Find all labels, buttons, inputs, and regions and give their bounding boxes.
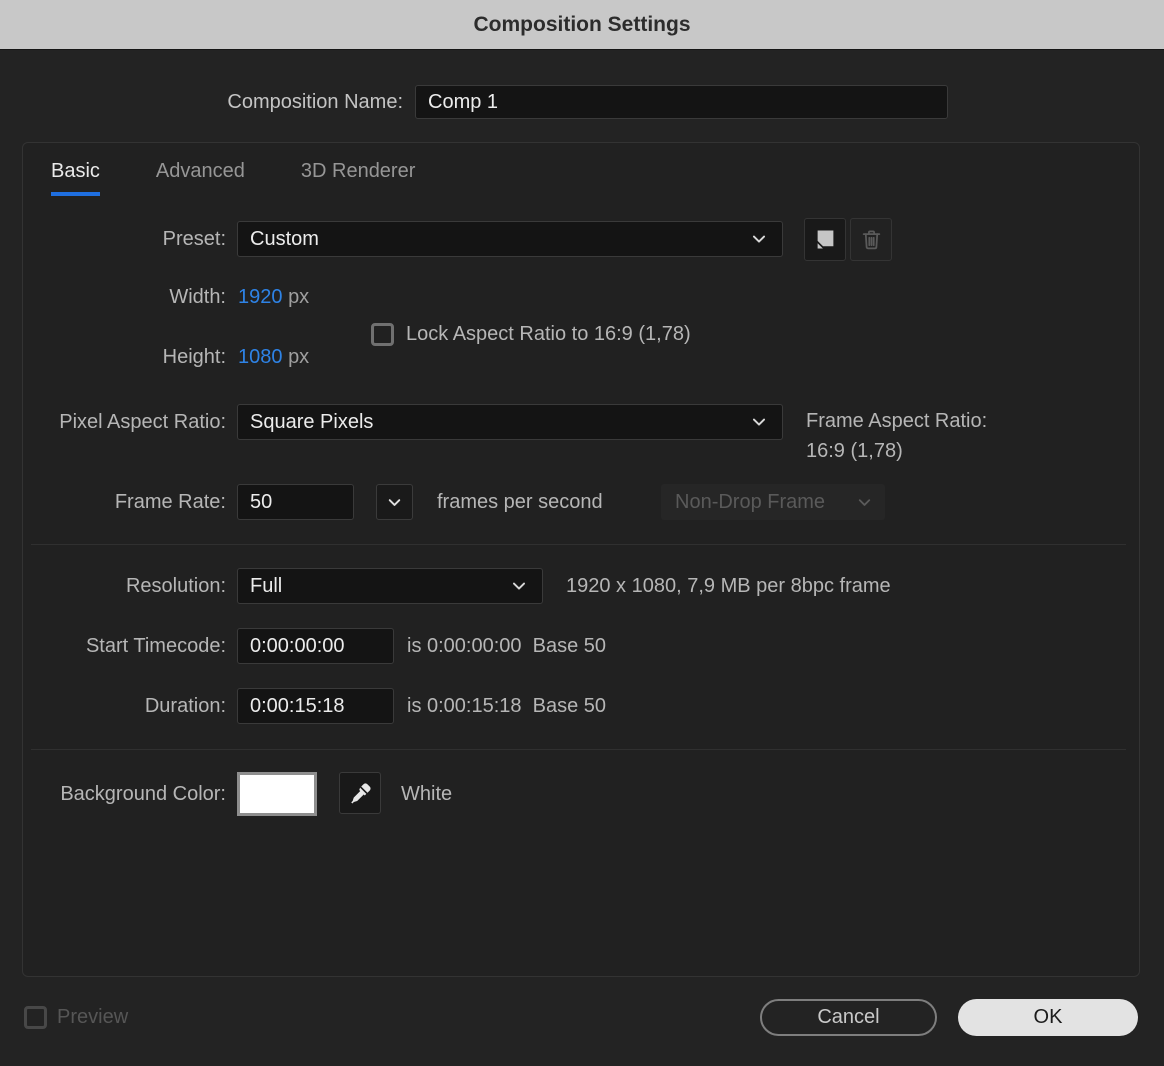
resolution-dropdown[interactable]: Full	[237, 568, 543, 604]
settings-panel: Basic Advanced 3D Renderer Preset: Custo…	[22, 142, 1140, 977]
tab-3d-renderer[interactable]: 3D Renderer	[301, 160, 416, 196]
dialog-titlebar: Composition Settings	[0, 0, 1164, 50]
eyedropper-button[interactable]	[339, 772, 381, 814]
background-color-name: White	[401, 783, 453, 805]
duration-label: Duration:	[144, 695, 226, 717]
preview-row: Preview	[24, 1006, 128, 1029]
preview-checkbox[interactable]	[24, 1006, 47, 1029]
resolution-value: Full	[250, 574, 283, 597]
width-label: Width:	[169, 286, 226, 308]
chevron-down-icon	[510, 577, 528, 595]
chevron-down-icon	[856, 494, 873, 511]
tab-advanced[interactable]: Advanced	[156, 160, 245, 196]
divider	[31, 749, 1126, 750]
preset-label: Preset:	[162, 228, 226, 250]
divider	[31, 544, 1126, 545]
preset-dropdown[interactable]: Custom	[237, 221, 783, 257]
resolution-label: Resolution:	[125, 575, 226, 597]
composition-name-input[interactable]	[415, 85, 948, 119]
frame-rate-input[interactable]	[237, 484, 354, 520]
lock-aspect-ratio-label: Lock Aspect Ratio to 16:9 (1,78)	[406, 323, 691, 345]
resolution-info: 1920 x 1080, 7,9 MB per 8bpc frame	[566, 575, 891, 597]
save-preset-button[interactable]	[804, 218, 846, 261]
frames-per-second-label: frames per second	[437, 491, 603, 513]
chevron-down-icon	[750, 230, 768, 248]
drop-frame-value: Non-Drop Frame	[675, 490, 826, 513]
ok-button[interactable]: OK	[958, 999, 1138, 1036]
start-timecode-info: is 0:00:00:00 Base 50	[407, 635, 607, 657]
frame-rate-dropdown-button[interactable]	[376, 484, 413, 520]
preset-value: Custom	[250, 227, 319, 250]
eyedropper-icon	[348, 781, 373, 806]
duration-info: is 0:00:15:18 Base 50	[407, 695, 607, 717]
frame-rate-label: Frame Rate:	[114, 491, 226, 513]
trash-icon	[859, 227, 884, 252]
frame-aspect-ratio-block: Frame Aspect Ratio: 16:9 (1,78)	[806, 406, 987, 466]
chevron-down-icon	[386, 494, 403, 511]
frame-aspect-ratio-value: 16:9 (1,78)	[806, 440, 903, 462]
lock-aspect-ratio-checkbox[interactable]	[371, 323, 394, 346]
width-value[interactable]: 1920	[238, 286, 283, 308]
dialog-title: Composition Settings	[473, 12, 691, 36]
height-value[interactable]: 1080	[238, 346, 283, 368]
tab-bar: Basic Advanced 3D Renderer	[51, 160, 415, 196]
tab-basic[interactable]: Basic	[51, 160, 100, 196]
start-timecode-label: Start Timecode:	[85, 635, 226, 657]
background-color-label: Background Color:	[60, 783, 226, 805]
duration-input[interactable]	[237, 688, 394, 724]
pixel-aspect-ratio-value: Square Pixels	[250, 410, 374, 433]
lock-aspect-ratio-row: Lock Aspect Ratio to 16:9 (1,78)	[371, 323, 691, 346]
cancel-button[interactable]: Cancel	[760, 999, 937, 1036]
start-timecode-input[interactable]	[237, 628, 394, 664]
drop-frame-dropdown: Non-Drop Frame	[661, 484, 885, 520]
save-preset-icon	[812, 226, 839, 253]
background-color-swatch[interactable]	[237, 772, 317, 816]
preview-label: Preview	[57, 1006, 129, 1028]
height-label: Height:	[162, 346, 226, 368]
height-unit: px	[288, 346, 310, 368]
frame-aspect-ratio-label: Frame Aspect Ratio:	[806, 410, 988, 432]
composition-name-label: Composition Name:	[227, 91, 403, 113]
pixel-aspect-ratio-label: Pixel Aspect Ratio:	[59, 411, 226, 433]
chevron-down-icon	[750, 413, 768, 431]
width-unit: px	[288, 286, 310, 308]
delete-preset-button[interactable]	[850, 218, 892, 261]
pixel-aspect-ratio-dropdown[interactable]: Square Pixels	[237, 404, 783, 440]
